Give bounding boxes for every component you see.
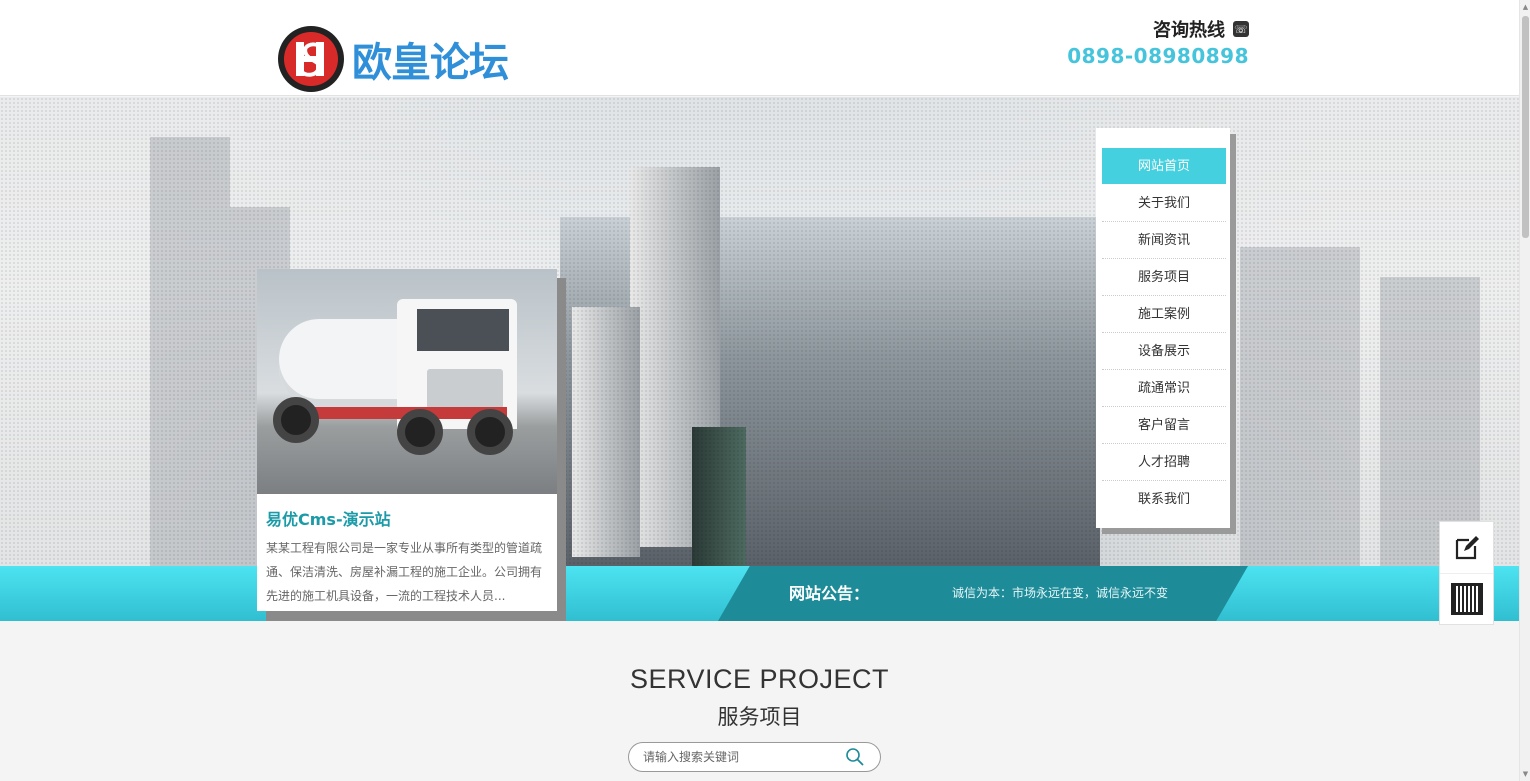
search-input[interactable] bbox=[643, 750, 843, 764]
search-icon bbox=[846, 748, 864, 766]
truck-grille bbox=[427, 369, 503, 409]
nav-item-equipment[interactable]: 设备展示 bbox=[1102, 333, 1226, 370]
search-box bbox=[628, 742, 881, 772]
feature-card[interactable]: 易优Cms-演示站 某某工程有限公司是一家专业从事所有类型的管道疏通、保洁清洗、… bbox=[257, 269, 557, 611]
section-title-cn: 服务项目 bbox=[717, 705, 802, 729]
search-button[interactable] bbox=[844, 746, 866, 768]
nav-item-cases[interactable]: 施工案例 bbox=[1102, 296, 1226, 333]
truck-wheel bbox=[397, 409, 443, 455]
phone-icon: ☏ bbox=[1233, 21, 1249, 37]
qr-code-icon bbox=[1450, 583, 1483, 615]
notice-text[interactable]: 诚信为本：市场永远在变，诚信永远不变 bbox=[952, 566, 1168, 621]
nav-item-services[interactable]: 服务项目 bbox=[1102, 259, 1226, 296]
site-header: 欧皇论坛 咨询热线 ☏ 0898-08980898 bbox=[0, 0, 1519, 96]
feature-description: 某某工程有限公司是一家专业从事所有类型的管道疏通、保洁清洗、房屋补漏工程的施工企… bbox=[266, 541, 543, 603]
qr-code-button[interactable] bbox=[1440, 574, 1493, 624]
notice-bar: 网站公告： 诚信为本：市场永远在变，诚信永远不变 bbox=[0, 566, 1519, 621]
truck-window bbox=[417, 309, 509, 351]
logo-text: 欧皇论坛 bbox=[352, 40, 509, 86]
nav-item-contact[interactable]: 联系我们 bbox=[1102, 481, 1226, 518]
notice-label: 网站公告： bbox=[789, 584, 870, 603]
scroll-thumb[interactable] bbox=[1522, 16, 1529, 238]
dot-overlay bbox=[0, 97, 1519, 566]
floating-toolbar bbox=[1439, 521, 1494, 625]
scroll-up-icon[interactable]: ▲ bbox=[1522, 3, 1529, 11]
hotline-title: 咨询热线 ☏ bbox=[1067, 16, 1249, 42]
nav-item-jobs[interactable]: 人才招聘 bbox=[1102, 444, 1226, 481]
hotline: 咨询热线 ☏ 0898-08980898 bbox=[1067, 16, 1249, 68]
feature-title[interactable]: 易优Cms-演示站 bbox=[257, 494, 557, 536]
section-title-en: SERVICE PROJECT bbox=[629, 664, 890, 694]
nav-item-about[interactable]: 关于我们 bbox=[1102, 185, 1226, 222]
hotline-number: 0898-08980898 bbox=[1067, 44, 1249, 68]
nav-item-knowledge[interactable]: 疏通常识 bbox=[1102, 370, 1226, 407]
nav-item-home[interactable]: 网站首页 bbox=[1102, 148, 1226, 184]
page-scrollbar[interactable]: ▲ ▼ bbox=[1519, 0, 1530, 781]
truck-wheel bbox=[273, 397, 319, 443]
hero-banner bbox=[0, 97, 1519, 566]
edit-icon bbox=[1455, 535, 1479, 559]
site-logo[interactable]: 欧皇论坛 bbox=[276, 24, 509, 94]
truck-image bbox=[257, 269, 557, 494]
nav-item-news[interactable]: 新闻资讯 bbox=[1102, 222, 1226, 259]
nav-item-guestbook[interactable]: 客户留言 bbox=[1102, 407, 1226, 444]
main-nav: 网站首页 关于我们 新闻资讯 服务项目 施工案例 设备展示 疏通常识 客户留言 … bbox=[1096, 128, 1230, 528]
hotline-label: 咨询热线 bbox=[1153, 20, 1225, 41]
feedback-button[interactable] bbox=[1440, 522, 1493, 574]
logo-mark-icon bbox=[278, 26, 344, 92]
truck-wheel bbox=[467, 409, 513, 455]
scroll-down-icon[interactable]: ▼ bbox=[1522, 770, 1529, 778]
